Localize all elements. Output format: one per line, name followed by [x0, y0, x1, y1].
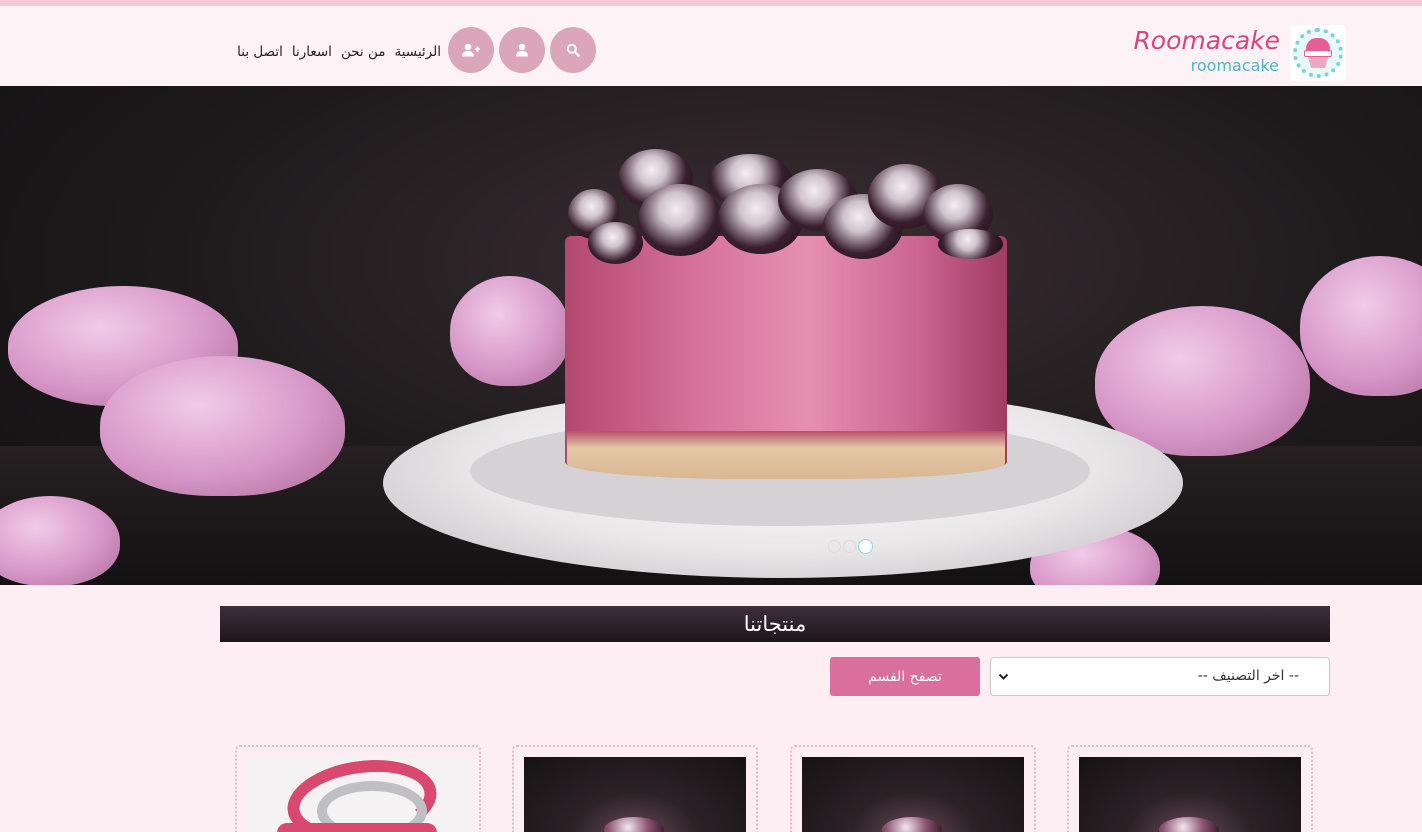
nav-link-home[interactable]: الرئيسية — [395, 44, 442, 60]
user-icon — [516, 43, 528, 57]
login-button[interactable] — [499, 27, 545, 73]
search-icon — [566, 43, 580, 57]
product-card[interactable] — [235, 745, 481, 832]
nav-link-about[interactable]: من نحن — [341, 44, 386, 60]
category-select-value: -- اخر التصنيف -- — [1197, 668, 1299, 684]
nav-link-prices[interactable]: اسعارنا — [292, 44, 332, 60]
product-image — [524, 757, 746, 832]
slider-dot-1[interactable] — [828, 540, 841, 553]
slider-dots — [828, 539, 873, 554]
brand-title[interactable]: Roomacake — [1133, 26, 1280, 55]
slider-dot-2[interactable] — [843, 540, 856, 553]
product-image — [1079, 757, 1301, 832]
product-card[interactable] — [1067, 745, 1313, 832]
products-section-header: منتجاتنا — [220, 606, 1330, 642]
hero-cake-base — [567, 431, 1005, 479]
register-button[interactable] — [448, 27, 494, 73]
browse-category-button[interactable]: تصفح القسم — [830, 657, 980, 696]
nav-link-contact[interactable]: اتصل بنا — [237, 44, 283, 60]
chevron-down-icon — [998, 673, 1009, 680]
product-image — [802, 757, 1024, 832]
product-card[interactable] — [512, 745, 758, 832]
product-card[interactable] — [790, 745, 1036, 832]
meringue-far-right — [1300, 256, 1422, 396]
hero-slider[interactable] — [0, 86, 1422, 585]
brand-subtitle: roomacake — [1190, 56, 1279, 75]
meringue-center — [450, 276, 570, 386]
meringue-left-front — [100, 356, 345, 496]
site-header: Roomacake roomacake الرئيسية من نحن اسعا… — [0, 6, 1422, 86]
hero-cake-berries — [568, 144, 1008, 264]
product-image — [247, 757, 469, 832]
cupcake-logo-icon[interactable] — [1290, 25, 1346, 81]
user-plus-icon — [462, 43, 480, 57]
search-button[interactable] — [550, 27, 596, 73]
slider-dot-3[interactable] — [858, 539, 873, 554]
meringue-right — [1095, 306, 1310, 456]
main-nav: الرئيسية من نحن اسعارنا اتصل بنا — [237, 44, 441, 60]
products-section-title: منتجاتنا — [743, 612, 807, 636]
category-select[interactable]: -- اخر التصنيف -- — [990, 657, 1330, 696]
